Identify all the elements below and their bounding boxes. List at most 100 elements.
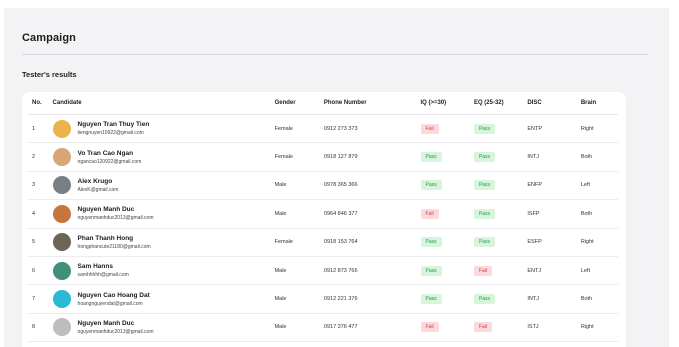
phone-cell: 0918 127 879	[319, 142, 417, 172]
eq-cell: Pass	[469, 114, 524, 144]
gender-cell: Male	[270, 256, 320, 286]
table-row[interactable]: 2 Vo Tran Cao Ngan ngancao120922@gmail.com…	[28, 142, 618, 172]
phone-cell: 0912 873 766	[319, 256, 417, 286]
column-header-gender[interactable]: Gender	[270, 92, 320, 115]
disc-cell: INTJ	[523, 142, 577, 172]
eq-cell: Fail	[469, 256, 524, 286]
candidate-email: ngancao120922@gmail.com	[77, 158, 142, 165]
iq-status-badge: Fail	[420, 123, 439, 134]
title-divider	[22, 54, 648, 55]
row-number: 3	[28, 171, 49, 201]
gender-cell: Female	[270, 114, 320, 144]
candidate-email: tiengnuyen10922@gmail.com	[77, 130, 144, 137]
candidate-email: hongphancute21180@gmail.com	[77, 243, 151, 250]
eq-status-badge: Fail	[473, 265, 492, 276]
candidate-cell[interactable]: Alex Krugo AlexK@gmail.com	[48, 171, 271, 201]
avatar	[52, 318, 71, 337]
eq-status-badge: Pass	[473, 123, 496, 134]
candidate-name[interactable]: Nguyen Tran Thuy Tien	[78, 120, 150, 129]
candidate-name[interactable]: Vo Tran Cao Ngan	[78, 149, 142, 158]
iq-status-badge: Pass	[420, 180, 442, 191]
table-row[interactable]: 8 Nguyen Manh Duc nguyenmanhduc2013@gmail.…	[28, 313, 618, 343]
section-title: Tester's results	[22, 70, 77, 79]
candidate-cell[interactable]: Sam Hanns samhhhhh@gmail.com	[48, 256, 271, 286]
phone-cell: 0912 221 376	[319, 284, 417, 314]
avatar	[52, 290, 71, 309]
disc-cell: ENTP	[523, 114, 577, 144]
row-number: 1	[28, 114, 49, 144]
eq-cell: Pass	[469, 171, 524, 201]
candidate-email: hoangnguyendat@gmail.com	[77, 300, 143, 307]
iq-status-badge: Fail	[420, 322, 439, 333]
table-row[interactable]: 7 Nguyen Cao Hoang Dat hoangnguyendat@gmai…	[28, 284, 618, 314]
column-header-eq[interactable]: EQ (25-32)	[469, 92, 524, 115]
brain-cell: Right	[576, 313, 618, 343]
phone-cell: 0912 273 373	[319, 114, 417, 144]
column-header-no[interactable]: No.	[28, 92, 49, 115]
iq-cell: Fail	[416, 199, 470, 229]
row-number: 7	[28, 284, 49, 314]
table-header-row: No. Candidate Gender Phone Number IQ (>=…	[28, 92, 618, 115]
iq-cell: Pass	[416, 256, 470, 286]
table-row[interactable]: 3 Alex Krugo AlexK@gmail.com Male 0978 365 3…	[28, 171, 618, 201]
candidate-cell[interactable]: Nguyen Tran Thuy Tien tiengnuyen10922@gma…	[48, 114, 271, 144]
phone-cell: 0917 376 477	[319, 313, 417, 343]
row-number: 5	[28, 228, 49, 257]
gender-cell: Male	[270, 171, 320, 201]
avatar	[52, 148, 71, 167]
table-row[interactable]: 6 Sam Hanns samhhhhh@gmail.com Male 0912 873…	[28, 256, 618, 286]
iq-cell: Fail	[416, 114, 470, 144]
candidate-name[interactable]: Nguyen Manh Duc	[78, 319, 154, 328]
candidate-name[interactable]: Nguyen Manh Duc	[78, 205, 154, 214]
column-header-phone[interactable]: Phone Number	[319, 92, 417, 115]
eq-cell: Pass	[469, 199, 524, 229]
brain-cell: Left	[576, 171, 618, 201]
iq-status-badge: Pass	[420, 237, 442, 248]
disc-cell: INTJ	[523, 284, 577, 314]
table-row[interactable]: 4 Nguyen Manh Duc nguyenmanhduc2013@gmail.…	[28, 199, 618, 229]
campaign-panel: Campaign Tester's results No. Candidate …	[4, 8, 669, 347]
disc-cell: ISFP	[523, 199, 577, 229]
candidate-name[interactable]: Sam Hanns	[78, 262, 129, 271]
column-header-iq[interactable]: IQ (>=30)	[416, 92, 470, 115]
candidate-email: samhhhhh@gmail.com	[77, 272, 129, 279]
column-header-candidate[interactable]: Candidate	[48, 92, 271, 115]
column-header-disc[interactable]: DISC	[523, 92, 577, 115]
iq-status-badge: Fail	[420, 208, 439, 219]
brain-cell: Right	[576, 228, 618, 257]
candidate-email: nguyenmanhduc2013@gmail.com	[77, 328, 154, 335]
iq-cell: Pass	[416, 142, 470, 172]
avatar	[52, 176, 71, 195]
brain-cell: Both	[576, 199, 618, 229]
page-title: Campaign	[22, 32, 76, 44]
eq-status-badge: Pass	[473, 180, 496, 191]
candidate-name[interactable]: Nguyen Cao Hoang Dat	[78, 291, 150, 300]
row-number: 6	[28, 256, 49, 286]
brain-cell: Right	[576, 114, 618, 144]
eq-status-badge: Pass	[473, 294, 496, 305]
iq-status-badge: Pass	[420, 294, 442, 305]
eq-status-badge: Fail	[473, 322, 492, 333]
row-number: 4	[28, 199, 49, 229]
avatar	[52, 204, 71, 223]
table-row[interactable]: 1 Nguyen Tran Thuy Tien tiengnuyen10922@gm…	[28, 114, 618, 144]
eq-cell: Pass	[469, 284, 524, 314]
iq-status-badge: Pass	[420, 152, 442, 163]
column-header-brain[interactable]: Brain	[576, 92, 618, 115]
disc-cell: ENTJ	[523, 256, 577, 286]
candidate-cell[interactable]: Nguyen Manh Duc nguyenmanhduc2013@gmail.c…	[48, 199, 271, 229]
gender-cell: Male	[270, 284, 320, 314]
candidate-cell[interactable]: Nguyen Cao Hoang Dat hoangnguyendat@gmail…	[48, 284, 271, 314]
results-table: No. Candidate Gender Phone Number IQ (>=…	[28, 92, 618, 343]
gender-cell: Female	[270, 228, 320, 257]
eq-cell: Fail	[469, 313, 524, 343]
table-row[interactable]: 5 Phan Thanh Hong hongphancute21180@gmail.…	[28, 228, 618, 257]
candidate-name[interactable]: Alex Krugo	[78, 177, 119, 186]
row-number: 2	[28, 142, 49, 172]
candidate-cell[interactable]: Nguyen Manh Duc nguyenmanhduc2013@gmail.c…	[48, 313, 271, 343]
candidate-name[interactable]: Phan Thanh Hong	[78, 234, 151, 243]
candidate-email: nguyenmanhduc2013@gmail.com	[77, 215, 154, 222]
candidate-cell[interactable]: Vo Tran Cao Ngan ngancao120922@gmail.com	[48, 142, 271, 172]
gender-cell: Female	[270, 142, 320, 172]
candidate-cell[interactable]: Phan Thanh Hong hongphancute21180@gmail.c…	[48, 228, 271, 257]
